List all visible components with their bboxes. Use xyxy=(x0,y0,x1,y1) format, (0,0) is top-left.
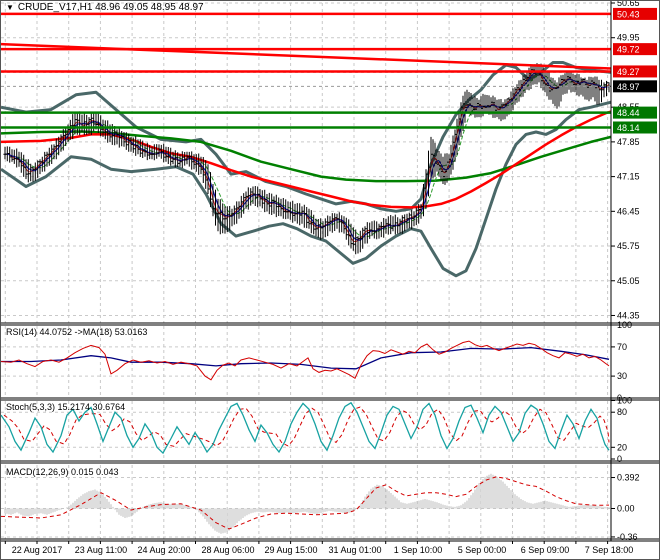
price-tick-label: 50.65 xyxy=(617,1,640,8)
stoch-tick-label: 80 xyxy=(617,407,627,417)
stoch-tick-label: 20 xyxy=(617,442,627,452)
time-tick-label: 28 Aug 06:00 xyxy=(201,545,254,555)
price-level-badge-text: 48.97 xyxy=(617,82,640,92)
price-levels xyxy=(1,12,612,129)
time-tick-label: 24 Aug 20:00 xyxy=(137,545,190,555)
price-tick-label: 47.15 xyxy=(617,172,640,182)
time-tick-label: 1 Sep 10:00 xyxy=(394,545,443,555)
macd-indicator-label: MACD(12,26,9) 0.015 0.043 xyxy=(6,467,119,477)
macd-panel-series xyxy=(1,473,610,534)
price-level-badge-text: 49.72 xyxy=(617,45,640,55)
price-tick-label: 47.85 xyxy=(617,137,640,147)
time-tick-label: 29 Aug 15:00 xyxy=(264,545,317,555)
symbol-dropdown-icon[interactable]: ▼ xyxy=(6,3,14,12)
price-level-badge-text: 48.14 xyxy=(617,123,640,133)
macd-tick-label: -0.36 xyxy=(617,532,638,542)
chart-window: 50.6549.9548.5547.8547.1546.4545.7545.05… xyxy=(0,0,660,560)
time-tick-label: 31 Aug 01:00 xyxy=(328,545,381,555)
price-level-badge-text: 50.43 xyxy=(617,9,640,19)
rsi-indicator-label: RSI(14) 44.0752 ->MA(18) 53.0163 xyxy=(6,327,148,337)
rsi-tick-label: 30 xyxy=(617,371,627,381)
panel-separators xyxy=(1,1,659,544)
time-tick-label: 5 Sep 00:00 xyxy=(458,545,507,555)
price-tick-label: 44.35 xyxy=(617,310,640,320)
chart-title-text: CRUDE_V17,H1 48.96 49.05 48.95 48.97 xyxy=(17,2,204,13)
descending-trendline xyxy=(1,42,612,70)
macd-tick-label: 0.392 xyxy=(617,473,640,483)
time-tick-label: 23 Aug 11:00 xyxy=(75,545,127,555)
price-tick-label: 45.75 xyxy=(617,241,640,251)
stoch-tick-label: 0 xyxy=(617,454,622,464)
price-tick-label: 49.95 xyxy=(617,33,640,43)
rsi-tick-label: 100 xyxy=(617,320,632,330)
price-level-badge-text: 48.44 xyxy=(617,108,640,118)
time-tick-label: 22 Aug 2017 xyxy=(12,545,63,555)
price-tick-label: 45.05 xyxy=(617,276,640,286)
price-level-badge-text: 49.27 xyxy=(617,67,640,77)
chart-title-bar: ▼ CRUDE_V17,H1 48.96 49.05 48.95 48.97 xyxy=(6,2,204,13)
time-tick-label: 7 Sep 18:00 xyxy=(585,545,634,555)
stoch-indicator-label: Stoch(5,3,3) 15.2174 30.6764 xyxy=(6,402,126,412)
time-axis-labels: 22 Aug 2017 23 Aug 11:00 24 Aug 20:00 28 Au… xyxy=(12,545,634,555)
price-tick-label: 46.45 xyxy=(617,206,640,216)
time-tick-label: 6 Sep 09:00 xyxy=(521,545,570,555)
rsi-tick-label: 70 xyxy=(617,342,627,352)
stoch-tick-label: 100 xyxy=(617,396,632,406)
macd-tick-label: 0.00 xyxy=(617,504,635,514)
